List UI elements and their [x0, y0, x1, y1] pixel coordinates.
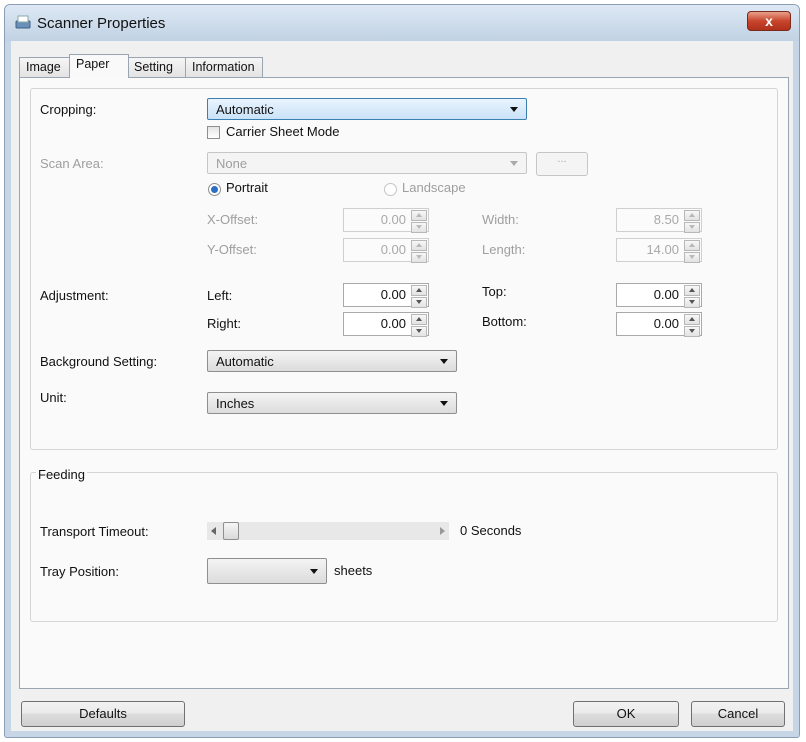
cropping-label: Cropping:	[40, 102, 97, 117]
length-spinbox[interactable]: 14.00	[616, 238, 702, 263]
portrait-radio[interactable]	[208, 183, 221, 196]
landscape-radio[interactable]	[384, 183, 397, 196]
spinner-arrows-icon[interactable]	[411, 240, 427, 263]
y-offset-label: Y-Offset:	[207, 242, 257, 257]
tray-position-dropdown[interactable]	[207, 558, 327, 584]
spinner-arrows-icon[interactable]	[411, 314, 427, 337]
width-label: Width:	[482, 212, 519, 227]
width-spinbox[interactable]: 8.50	[616, 208, 702, 233]
unit-dropdown[interactable]: Inches	[207, 392, 457, 414]
unit-value: Inches	[216, 396, 255, 411]
paper-tab-panel: Cropping: Automatic Carrier Sheet Mode S…	[19, 77, 789, 689]
adjust-right-spinbox[interactable]: 0.00	[343, 312, 429, 337]
unit-label: Unit:	[40, 390, 67, 405]
ok-button[interactable]: OK	[573, 701, 679, 727]
dialog-body: Image Paper Setting Information Cropping…	[11, 41, 793, 731]
transport-timeout-label: Transport Timeout:	[40, 524, 149, 539]
x-offset-value: 0.00	[380, 212, 406, 227]
adjust-bottom-value: 0.00	[653, 316, 679, 331]
scanner-app-icon	[15, 15, 31, 29]
carrier-sheet-label: Carrier Sheet Mode	[226, 124, 340, 139]
landscape-label: Landscape	[402, 180, 466, 195]
window-title: Scanner Properties	[37, 15, 166, 32]
spinner-arrows-icon[interactable]	[684, 314, 700, 337]
tab-paper[interactable]: Paper	[69, 54, 129, 78]
tray-position-label: Tray Position:	[40, 564, 119, 579]
adjust-top-spinbox[interactable]: 0.00	[616, 283, 702, 308]
carrier-sheet-checkbox[interactable]	[207, 126, 220, 139]
spinner-arrows-icon[interactable]	[684, 210, 700, 233]
x-offset-spinbox[interactable]: 0.00	[343, 208, 429, 233]
spinner-arrows-icon[interactable]	[411, 210, 427, 233]
slider-left-arrow-icon[interactable]	[211, 527, 216, 535]
defaults-button[interactable]: Defaults	[21, 701, 185, 727]
chevron-down-icon	[510, 107, 518, 112]
adjust-top-value: 0.00	[653, 287, 679, 302]
length-label: Length:	[482, 242, 526, 257]
transport-timeout-slider[interactable]	[207, 522, 449, 540]
y-offset-value: 0.00	[380, 242, 406, 257]
adjust-left-spinbox[interactable]: 0.00	[343, 283, 429, 308]
spinner-arrows-icon[interactable]	[684, 240, 700, 263]
adjust-bottom-spinbox[interactable]: 0.00	[616, 312, 702, 337]
cropping-value: Automatic	[216, 102, 274, 117]
adjust-left-label: Left:	[207, 288, 233, 303]
x-offset-label: X-Offset:	[207, 212, 259, 227]
feeding-group	[30, 472, 778, 622]
adjust-left-value: 0.00	[380, 287, 406, 302]
adjust-top-label: Top:	[482, 284, 507, 299]
transport-timeout-value: 0 Seconds	[460, 523, 522, 538]
length-value: 14.00	[646, 242, 679, 257]
slider-thumb[interactable]	[223, 522, 239, 540]
feeding-group-title: Feeding	[36, 467, 87, 482]
tray-position-unit: sheets	[334, 563, 373, 578]
adjust-right-label: Right:	[207, 316, 241, 331]
adjust-right-value: 0.00	[380, 316, 406, 331]
cropping-dropdown[interactable]: Automatic	[207, 98, 527, 120]
portrait-label: Portrait	[226, 180, 268, 195]
tab-image[interactable]: Image	[19, 57, 71, 77]
cancel-button[interactable]: Cancel	[691, 701, 785, 727]
chevron-down-icon	[440, 359, 448, 364]
background-setting-label: Background Setting:	[40, 354, 158, 369]
y-offset-spinbox[interactable]: 0.00	[343, 238, 429, 263]
width-value: 8.50	[653, 212, 679, 227]
tab-information[interactable]: Information	[185, 57, 263, 77]
scan-area-label: Scan Area:	[40, 156, 104, 171]
scanner-properties-window: Scanner Properties x Image Paper Setting…	[4, 4, 800, 738]
scan-area-dropdown[interactable]: None	[207, 152, 527, 174]
chevron-down-icon	[440, 401, 448, 406]
tab-setting[interactable]: Setting	[127, 57, 187, 77]
chevron-down-icon	[510, 161, 518, 166]
spinner-arrows-icon[interactable]	[411, 285, 427, 308]
spinner-arrows-icon[interactable]	[684, 285, 700, 308]
background-setting-dropdown[interactable]: Automatic	[207, 350, 457, 372]
scan-area-value: None	[216, 156, 248, 171]
title-bar: Scanner Properties x	[5, 5, 799, 41]
slider-right-arrow-icon[interactable]	[440, 527, 445, 535]
background-setting-value: Automatic	[216, 354, 274, 369]
adjustment-label: Adjustment:	[40, 288, 109, 303]
adjust-bottom-label: Bottom:	[482, 314, 527, 329]
chevron-down-icon	[310, 569, 318, 574]
close-button[interactable]: x	[747, 11, 791, 31]
scan-area-browse-button[interactable]: ...	[536, 152, 588, 176]
